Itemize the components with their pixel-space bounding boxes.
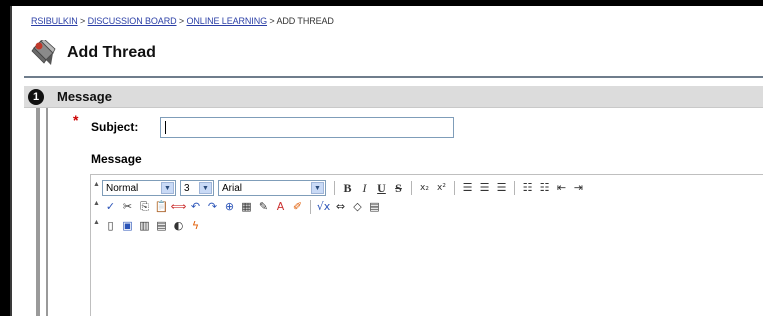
align-left-icon[interactable]: ☰ (459, 180, 476, 196)
copy-icon[interactable]: ⎘ (136, 199, 153, 215)
find-replace-icon[interactable]: ⟺ (170, 199, 187, 215)
window-top-border (0, 0, 763, 6)
outdent-icon[interactable]: ⇤ (553, 180, 570, 196)
toolbar-separator (454, 181, 455, 195)
breadcrumb-separator: > (178, 16, 185, 26)
toolbar-row-insert: ▲ ▯ ▣ ▥ ▤ ◐ ϟ (93, 217, 204, 235)
step-title: Message (57, 89, 112, 104)
text-caret (165, 121, 166, 134)
preview-icon[interactable]: ▤ (366, 199, 383, 215)
insert-flash-icon[interactable]: ϟ (187, 218, 204, 234)
breadcrumb-link-online-learning[interactable]: ONLINE LEARNING (186, 16, 267, 26)
section-indent-bar (36, 108, 40, 316)
italic-button[interactable]: I (356, 180, 373, 196)
dropdown-arrow-icon[interactable]: ▼ (199, 182, 212, 194)
breadcrumb-separator: > (269, 16, 275, 26)
cut-icon[interactable]: ✂ (119, 199, 136, 215)
toolbar-separator (411, 181, 412, 195)
font-size-value: 3 (184, 182, 190, 194)
paragraph-format-value: Normal (106, 182, 139, 194)
message-editor[interactable]: ▲ Normal ▼ 3 ▼ Arial ▼ B I U S x₂ x² ☰ ☰ (90, 174, 763, 316)
toolbar-grip-icon[interactable]: ▲ (93, 181, 100, 194)
numbered-list-icon[interactable]: ☷ (519, 180, 536, 196)
font-family-select[interactable]: Arial ▼ (218, 180, 326, 196)
font-family-value: Arial (222, 182, 243, 194)
editor-toolbar: ▲ Normal ▼ 3 ▼ Arial ▼ B I U S x₂ x² ☰ ☰ (91, 175, 763, 236)
section-indent-bar-inner (46, 108, 48, 316)
insert-table-icon[interactable]: ▦ (238, 199, 255, 215)
insert-document-icon[interactable]: ▤ (153, 218, 170, 234)
add-thread-icon (31, 40, 56, 65)
insert-image-icon[interactable]: ▣ (119, 218, 136, 234)
superscript-icon[interactable]: x² (433, 180, 450, 196)
insert-audio-icon[interactable]: ◐ (170, 218, 187, 234)
bullet-list-icon[interactable]: ☷ (536, 180, 553, 196)
page-header: Add Thread (31, 40, 156, 66)
strikethrough-button[interactable]: S (390, 180, 407, 196)
subject-input[interactable] (160, 117, 454, 138)
step-header: 1 Message (24, 86, 763, 108)
spellcheck-icon[interactable]: ✓ (102, 199, 119, 215)
toolbar-row-formatting: ▲ Normal ▼ 3 ▼ Arial ▼ B I U S x₂ x² ☰ ☰ (93, 179, 587, 197)
indent-icon[interactable]: ⇥ (570, 180, 587, 196)
insert-media-icon[interactable]: ▥ (136, 218, 153, 234)
toolbar-grip-icon[interactable]: ▲ (93, 219, 100, 232)
equation-icon[interactable]: √x (315, 199, 332, 215)
breadcrumb-current: ADD THREAD (276, 16, 334, 26)
font-size-select[interactable]: 3 ▼ (180, 180, 214, 196)
toolbar-row-editing: ▲ ✓ ✂ ⎘ 📋 ⟺ ↶ ↷ ⊕ ▦ ✎ A ✐ √x ⇔ ◇ ▤ (93, 198, 383, 216)
toolbar-separator (334, 181, 335, 195)
header-divider (24, 76, 763, 78)
subscript-icon[interactable]: x₂ (416, 180, 433, 196)
toolbar-separator (310, 200, 311, 214)
inner-left-border (10, 6, 12, 316)
paste-icon[interactable]: 📋 (153, 199, 170, 215)
html-code-icon[interactable]: ◇ (349, 199, 366, 215)
breadcrumb-link-user[interactable]: RSIBULKIN (31, 16, 78, 26)
pencil-icon[interactable]: ✎ (255, 199, 272, 215)
message-label: Message (91, 152, 142, 166)
required-marker: * (73, 112, 79, 128)
redo-icon[interactable]: ↷ (204, 199, 221, 215)
paragraph-format-select[interactable]: Normal ▼ (102, 180, 176, 196)
bold-button[interactable]: B (339, 180, 356, 196)
toolbar-separator (514, 181, 515, 195)
embed-icon[interactable]: ⇔ (332, 199, 349, 215)
undo-icon[interactable]: ↶ (187, 199, 204, 215)
insert-link-icon[interactable]: ⊕ (221, 199, 238, 215)
dropdown-arrow-icon[interactable]: ▼ (311, 182, 324, 194)
step-number-badge: 1 (28, 89, 44, 105)
subject-label: Subject: (91, 120, 139, 134)
font-color-icon[interactable]: A (272, 199, 289, 215)
breadcrumb-separator: > (80, 16, 86, 26)
toolbar-grip-icon[interactable]: ▲ (93, 200, 100, 213)
underline-button[interactable]: U (373, 180, 390, 196)
dropdown-arrow-icon[interactable]: ▼ (161, 182, 174, 194)
align-center-icon[interactable]: ☰ (476, 180, 493, 196)
highlight-icon[interactable]: ✐ (289, 199, 306, 215)
breadcrumb: RSIBULKIN > DISCUSSION BOARD > ONLINE LE… (31, 16, 334, 26)
page-title: Add Thread (67, 44, 156, 61)
attach-file-icon[interactable]: ▯ (102, 218, 119, 234)
align-right-icon[interactable]: ☰ (493, 180, 510, 196)
window-left-border (0, 0, 10, 316)
breadcrumb-link-discussion-board[interactable]: DISCUSSION BOARD (88, 16, 177, 26)
